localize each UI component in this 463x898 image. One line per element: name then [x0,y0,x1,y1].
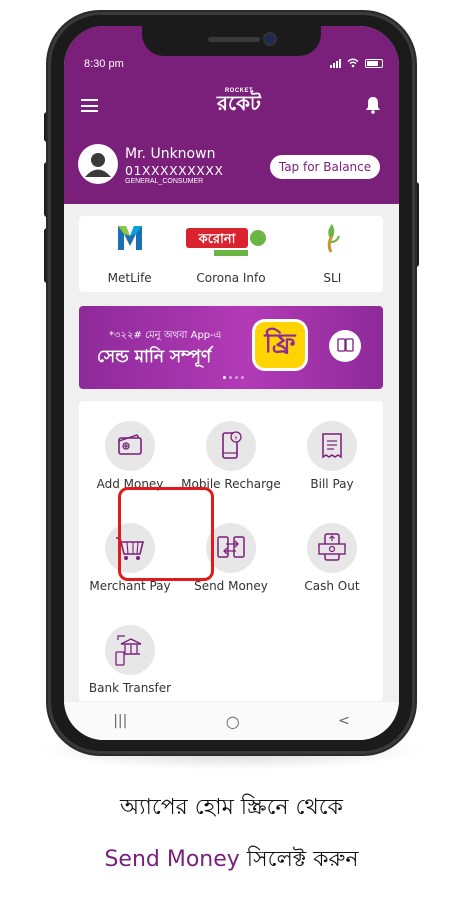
instruction-caption-line1: অ্যাপের হোম স্ক্রিনে থেকে [120,795,343,820]
front-camera [265,34,275,44]
service-label: Bank Transfer [88,681,172,695]
instruction-caption-line2: Send Money সিলেক্ট করুন [0,842,463,879]
caption-highlight: Send Money [104,847,240,872]
cash-out-icon [307,523,357,573]
promo-banner[interactable]: *৩২২# মেনু অথবা App-এ সেন্ড মানি সম্পূর্… [79,306,383,389]
recent-apps-button[interactable]: ||| [113,713,127,729]
back-button[interactable]: < [338,713,350,729]
logo-big-text: রকেট [217,93,261,115]
banner-line1: *৩২২# মেনু অথবা App-এ [109,330,222,341]
wifi-icon [347,58,359,68]
hamburger-menu-icon[interactable] [81,99,98,112]
user-icon [85,153,111,177]
service-label: Merchant Pay [89,579,171,593]
user-type: GENERAL_CONSUMER [125,178,204,185]
partner-sli[interactable]: SLI [282,216,383,292]
rocket-logo: ROCKET রকেট [209,88,269,126]
svg-text:করোনা: করোনা [198,232,237,247]
svg-text:৳: ৳ [235,435,238,442]
send-money-highlight-box [118,487,214,581]
banner-line2: সেন্ড মানি সম্পূর্ণ [97,347,212,367]
partner-label: MetLife [107,271,152,285]
service-bill-pay[interactable]: Bill Pay [282,421,382,491]
avatar [78,144,118,184]
home-button[interactable]: ○ [226,712,240,731]
bell-icon[interactable] [365,96,381,114]
phone-speaker [208,37,260,42]
partner-corona-info[interactable]: করোনা Corona Info [180,216,281,292]
partner-shortcuts: MetLife করোনা Corona Info SLI [79,216,383,292]
service-cash-out[interactable]: Cash Out [282,523,382,593]
caption-rest: সিলেক্ট করুন [239,847,359,872]
partner-label: Corona Info [196,271,266,285]
android-nav-bar: ||| ○ < [64,702,399,740]
service-add-money[interactable]: Add Money [80,421,180,491]
tap-for-balance-button[interactable]: Tap for Balance [270,155,380,179]
bill-pay-icon [307,421,357,471]
service-mobile-recharge[interactable]: ৳ Mobile Recharge [181,421,281,491]
banner-pager-dots [223,376,244,379]
user-phone: 01XXXXXXXXX [125,163,224,178]
partner-metlife[interactable]: MetLife [79,216,180,292]
mobile-recharge-icon: ৳ [206,421,256,471]
status-icons [330,58,383,68]
sli-logo-icon [327,224,340,253]
metlife-logo-icon [118,226,142,250]
status-time: 8:30 pm [84,58,124,70]
service-bank-transfer[interactable]: Bank Transfer [80,625,180,695]
wallet-add-icon [105,421,155,471]
send-money-icon [337,338,354,352]
banner-free-badge: ফ্রি [255,322,305,368]
service-label: Send Money [194,579,268,593]
banner-app-icon [329,330,361,362]
app-screen: 8:30 pm ROCKET রকেট Mr. Unknown 01XXXXXX… [64,26,399,740]
bank-transfer-icon [105,625,155,675]
battery-icon [365,58,383,68]
signal-icon [330,58,341,68]
service-label: Bill Pay [310,477,354,491]
service-label: Cash Out [304,579,360,593]
corona-info-logo-icon: করোনা [184,224,269,260]
partner-label: SLI [323,271,342,285]
user-name: Mr. Unknown [125,146,216,162]
